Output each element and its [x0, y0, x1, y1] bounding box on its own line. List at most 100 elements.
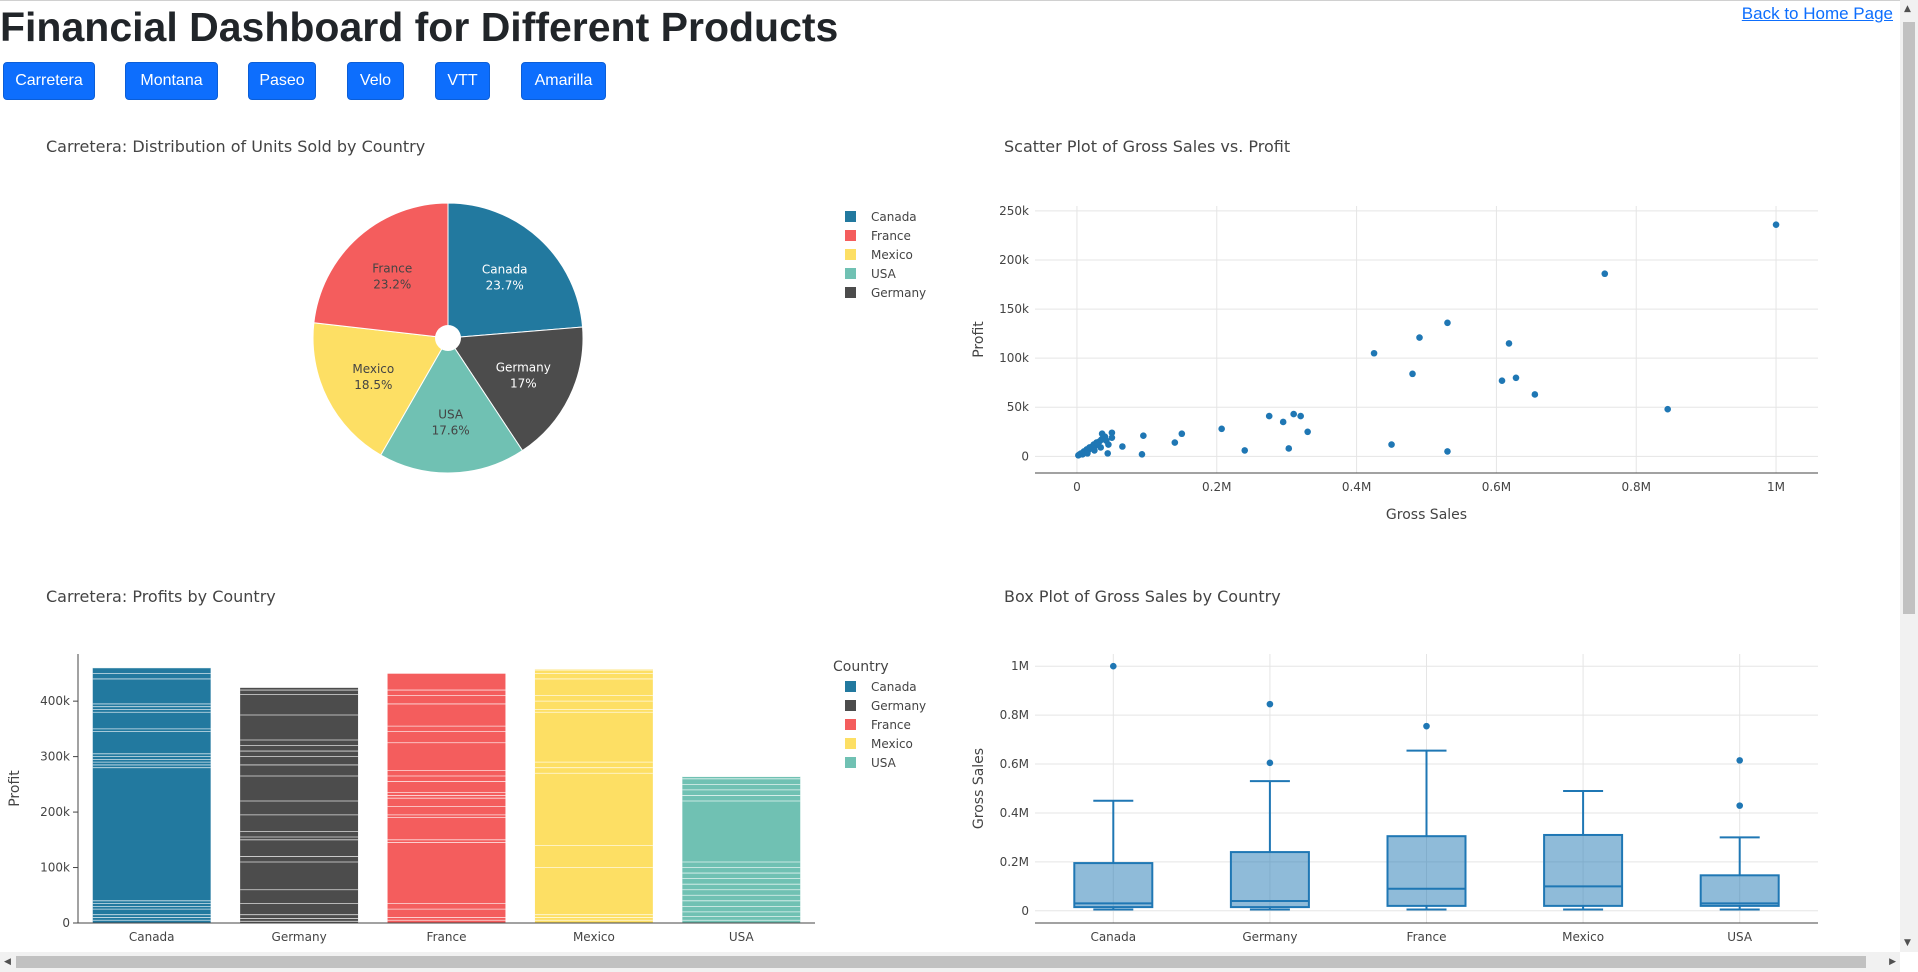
scatter-point [1279, 418, 1287, 426]
legend-label-france: France [871, 229, 911, 243]
bar-legend-swatch-usa [845, 757, 856, 768]
bar-x-tick-label: USA [729, 930, 755, 944]
scatter-x-tick-label: 1M [1767, 480, 1785, 494]
scatter-point [1285, 445, 1293, 452]
bar-germany [240, 687, 359, 923]
scatter-point [1290, 410, 1297, 418]
bar-legend-label-germany: Germany [871, 699, 926, 713]
pie-percent-canada: 23.7% [486, 278, 524, 292]
box-y-axis-label: Gross Sales [971, 748, 987, 829]
box-y-tick-label: 0.4M [1000, 806, 1029, 820]
vertical-scroll-thumb[interactable] [1903, 22, 1915, 614]
legend-swatch-canada [845, 211, 856, 222]
scatter-point [1084, 450, 1091, 457]
box-outlier-france [1423, 722, 1430, 730]
pie-label-germany: Germany [496, 361, 551, 375]
scatter-x-axis-label: Gross Sales [1386, 507, 1467, 523]
bar-legend-label-france: France [871, 718, 911, 732]
legend-swatch-germany [845, 287, 856, 298]
scatter-point [1505, 340, 1513, 347]
pie-label-canada: Canada [482, 262, 528, 276]
legend-label-germany: Germany [871, 286, 926, 300]
legend-label-mexico: Mexico [871, 248, 913, 262]
bar-legend-swatch-germany [845, 700, 856, 711]
scatter-point [1098, 430, 1106, 438]
pie-chart: Canada 23.7% Germany 17% USA 17.6% Mexico 18.5%… [312, 202, 926, 474]
horizontal-scrollbar[interactable]: ◀ ▶ [0, 952, 1900, 972]
scatter-point [1104, 450, 1112, 457]
bar-legend-title: Country [833, 659, 889, 675]
scatter-point [1531, 391, 1539, 398]
box-chart: 0 0.2M 0.4M 0.6M 0.8M 1M Canada Germany France Me… [971, 654, 1818, 944]
product-button-montana[interactable]: Montana [125, 62, 218, 100]
scatter-point [1388, 441, 1395, 448]
scatter-point [1218, 425, 1225, 433]
vertical-scrollbar[interactable]: ▲ ▼ [1900, 0, 1918, 952]
product-button-carretera[interactable]: Carretera [3, 62, 95, 100]
scatter-point [1171, 439, 1179, 446]
box-germany [1229, 851, 1310, 909]
product-button-paseo[interactable]: Paseo [248, 62, 316, 100]
scatter-point [1512, 374, 1520, 382]
scatter-x-tick-label: 0.2M [1202, 480, 1231, 494]
scroll-up-icon[interactable]: ▲ [1904, 4, 1911, 14]
box-outlier-germany [1266, 759, 1274, 767]
scatter-point [1444, 319, 1451, 327]
legend-label-canada: Canada [871, 210, 917, 224]
scroll-down-icon[interactable]: ▼ [1904, 938, 1911, 948]
scatter-x-tick-label: 0.6M [1482, 480, 1511, 494]
box-x-tick-label: USA [1727, 930, 1753, 944]
bar-legend-swatch-canada [845, 681, 856, 692]
pie-center-hole [435, 325, 461, 351]
bar-legend-swatch-france [845, 719, 856, 730]
scatter-point [1108, 434, 1116, 441]
pie-label-usa: USA [438, 408, 464, 422]
box-mexico [1543, 833, 1624, 907]
bar-legend-label-mexico: Mexico [871, 737, 913, 751]
bar-x-tick-label: Canada [129, 930, 175, 944]
pie-percent-france: 23.2% [373, 278, 411, 292]
bar-mexico [534, 668, 653, 923]
bar-y-tick-label: 300k [40, 750, 70, 764]
scatter-point [1664, 405, 1671, 413]
pie-percent-germany: 17% [510, 377, 537, 391]
scatter-point [1241, 447, 1249, 454]
box-outlier-usa [1736, 802, 1743, 809]
scatter-point [1370, 349, 1378, 357]
bar-y-tick-label: 200k [40, 805, 70, 819]
scatter-point [1178, 430, 1186, 438]
box-usa [1699, 874, 1780, 907]
legend-swatch-france [845, 230, 856, 241]
legend-swatch-mexico [845, 249, 856, 260]
bar-y-tick-label: 100k [40, 861, 70, 875]
bar-y-axis-label: Profit [7, 770, 23, 807]
bar-legend-label-canada: Canada [871, 680, 917, 694]
product-button-amarilla[interactable]: Amarilla [521, 62, 606, 100]
scatter-y-tick-label: 150k [999, 302, 1029, 316]
scatter-point [1772, 221, 1780, 228]
bar-canada [92, 667, 211, 923]
scatter-point [1304, 428, 1311, 436]
bar-legend-swatch-mexico [845, 738, 856, 749]
scatter-point [1097, 444, 1105, 451]
back-to-home-link[interactable]: Back to Home Page [1742, 4, 1893, 24]
product-button-velo[interactable]: Velo [347, 62, 404, 100]
scroll-left-icon[interactable]: ◀ [4, 957, 11, 967]
scatter-chart: 0 0.2M 0.4M 0.6M 0.8M 1M 0 50k 100k 150k 200k 250k G… [971, 204, 1818, 523]
box-y-tick-label: 0.2M [1000, 855, 1029, 869]
scatter-point [1105, 441, 1112, 448]
box-x-tick-label: Canada [1090, 930, 1136, 944]
box-x-tick-label: France [1407, 930, 1447, 944]
scatter-x-tick-label: 0 [1073, 480, 1081, 494]
box-y-tick-label: 0 [1021, 904, 1029, 918]
scatter-point [1444, 448, 1451, 455]
scatter-point [1140, 432, 1147, 439]
scatter-point [1119, 443, 1126, 450]
horizontal-scroll-thumb[interactable] [16, 956, 1866, 968]
legend-label-usa: USA [871, 267, 897, 281]
product-button-vtt[interactable]: VTT [435, 62, 490, 100]
scatter-y-axis-label: Profit [971, 321, 987, 358]
scroll-right-icon[interactable]: ▶ [1889, 957, 1896, 967]
box-outlier-canada [1110, 662, 1117, 670]
box-canada [1073, 862, 1154, 909]
